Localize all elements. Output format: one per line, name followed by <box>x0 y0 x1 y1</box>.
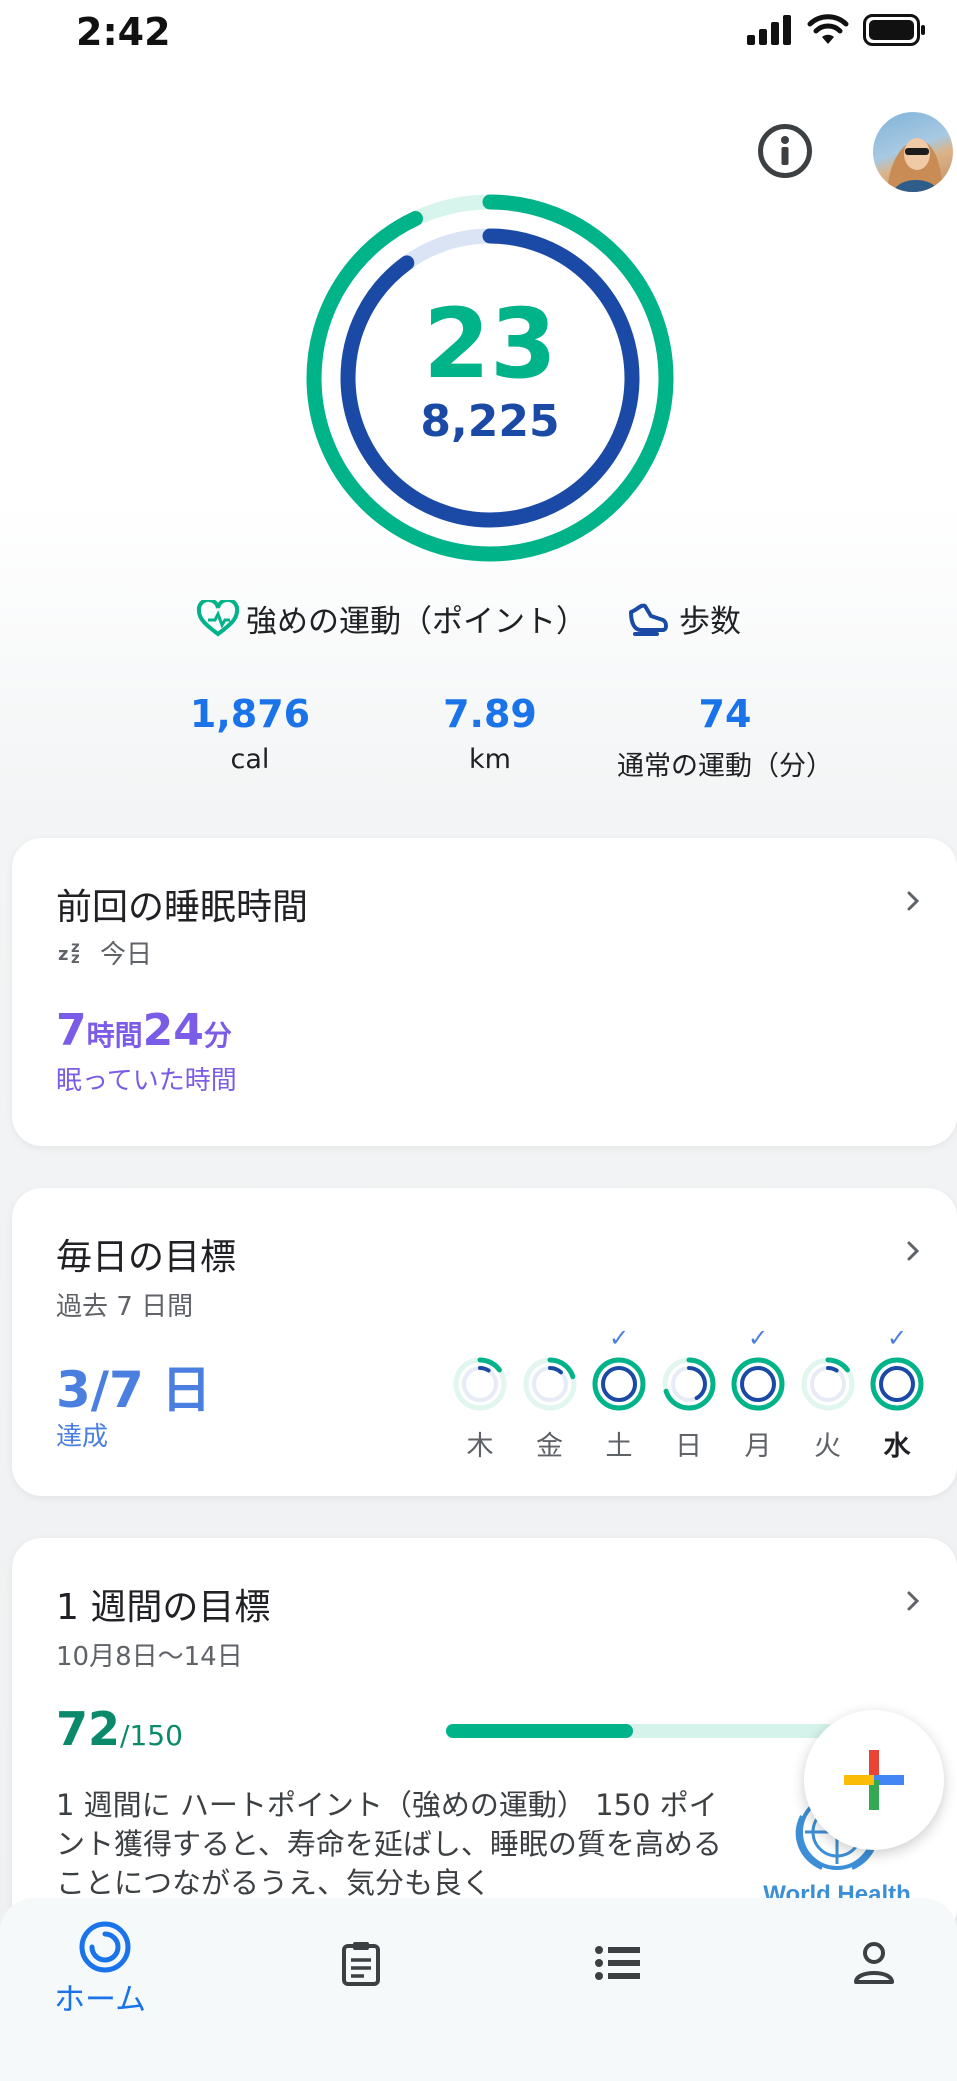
battery-icon <box>863 14 925 46</box>
sleep-card-title: 前回の睡眠時間 <box>56 887 309 928</box>
add-activity-button[interactable] <box>804 1710 944 1850</box>
profile-avatar[interactable] <box>873 112 953 192</box>
weekly-progress-fill <box>446 1724 634 1738</box>
check-icon: ✓ <box>886 1324 908 1352</box>
sleep-zzz-icon: z z z <box>58 938 80 964</box>
day-ring <box>453 1357 507 1411</box>
heart-points-value: 23 <box>423 288 557 400</box>
day-ring <box>523 1357 576 1411</box>
stat-distance: 7.89 km <box>420 692 560 775</box>
day-ring-steps <box>740 1366 776 1402</box>
day-label: 土 <box>605 1431 633 1462</box>
weekly-goal-title: 1 週間の目標 <box>56 1587 271 1628</box>
chevron-right-icon <box>907 1591 920 1611</box>
profile-person-icon[interactable] <box>852 1940 896 1986</box>
chevron-right-icon <box>907 891 920 911</box>
weekly-goal-value: 72/150 <box>56 1702 183 1756</box>
daily-goals-sub: 過去 7 日間 <box>56 1292 194 1322</box>
steps-value: 8,225 <box>420 396 560 447</box>
day-ring <box>801 1357 854 1411</box>
signal-icon <box>747 15 791 45</box>
stat-value: 7.89 <box>443 692 537 736</box>
stat-label: km <box>469 744 511 775</box>
journal-clipboard-icon[interactable] <box>338 1940 384 1986</box>
weekly-current: 72 <box>56 1702 121 1756</box>
weekly-goal-sub: 10月8日〜14日 <box>56 1642 243 1672</box>
home-ring-icon[interactable] <box>78 1920 132 1974</box>
chevron-right-icon <box>907 1241 920 1261</box>
ring-legend: 強めの運動（ポイント） 歩数 <box>196 596 741 641</box>
day-ring <box>592 1357 646 1411</box>
steps-label: 歩数 <box>679 604 741 640</box>
info-icon <box>781 136 789 165</box>
day-ring <box>731 1357 785 1411</box>
sleep-minutes: 24 <box>142 1005 204 1056</box>
heart-icon <box>196 599 240 637</box>
day-label: 日 <box>675 1431 702 1462</box>
daily-goals-title: 毎日の目標 <box>56 1237 237 1278</box>
daily-goals-achieved: 3/7 日 <box>56 1361 212 1419</box>
sleep-duration: 7時間24分 <box>56 1005 232 1056</box>
sleep-caption: 眠っていた時間 <box>56 1066 237 1096</box>
stat-value: 1,876 <box>189 692 311 736</box>
info-button[interactable] <box>758 124 812 178</box>
sleep-card-sub: 今日 <box>100 940 153 970</box>
sleep-hours: 7 <box>56 1005 87 1056</box>
stat-label: 通常の運動（分） <box>617 751 833 782</box>
day-ring <box>870 1357 924 1411</box>
sleep-minutes-unit: 分 <box>203 1019 232 1052</box>
day-label: 火 <box>814 1431 841 1462</box>
nav-home-label[interactable]: ホーム <box>54 1974 146 2019</box>
svg-text:z: z <box>58 944 68 964</box>
day-label: 月 <box>744 1431 772 1462</box>
svg-text:z: z <box>71 949 80 964</box>
day-label: 木 <box>466 1431 494 1462</box>
day-label: 金 <box>536 1431 563 1462</box>
daily-goals-caption: 達成 <box>56 1422 109 1452</box>
heart-points-label: 強めの運動（ポイント） <box>246 604 587 640</box>
status-time: 2:42 <box>76 10 171 54</box>
day-ring <box>662 1357 715 1411</box>
check-icon: ✓ <box>608 1324 630 1352</box>
weekly-target: /150 <box>120 1719 183 1752</box>
shoe-icon <box>629 603 668 636</box>
stat-calories: 1,876 cal <box>180 692 320 775</box>
plus-icon <box>844 1750 904 1810</box>
browse-list-icon[interactable] <box>594 1940 642 1986</box>
weekly-goal-description: 1 週間に ハートポイント（強めの運動） 150 ポイント獲得すると、寿命を延ば… <box>56 1788 722 1900</box>
day-ring-steps <box>601 1366 637 1402</box>
stat-move-minutes: 74 通常の運動（分） <box>600 692 850 783</box>
stat-label: cal <box>230 744 270 775</box>
day-ring-steps <box>879 1366 915 1402</box>
status-icons <box>747 14 927 46</box>
stat-value: 74 <box>698 692 752 736</box>
day-label: 水 <box>883 1431 911 1462</box>
check-icon: ✓ <box>747 1324 769 1352</box>
wifi-icon <box>807 14 849 44</box>
avatar-photo <box>887 138 943 192</box>
sleep-hours-unit: 時間 <box>86 1019 143 1052</box>
